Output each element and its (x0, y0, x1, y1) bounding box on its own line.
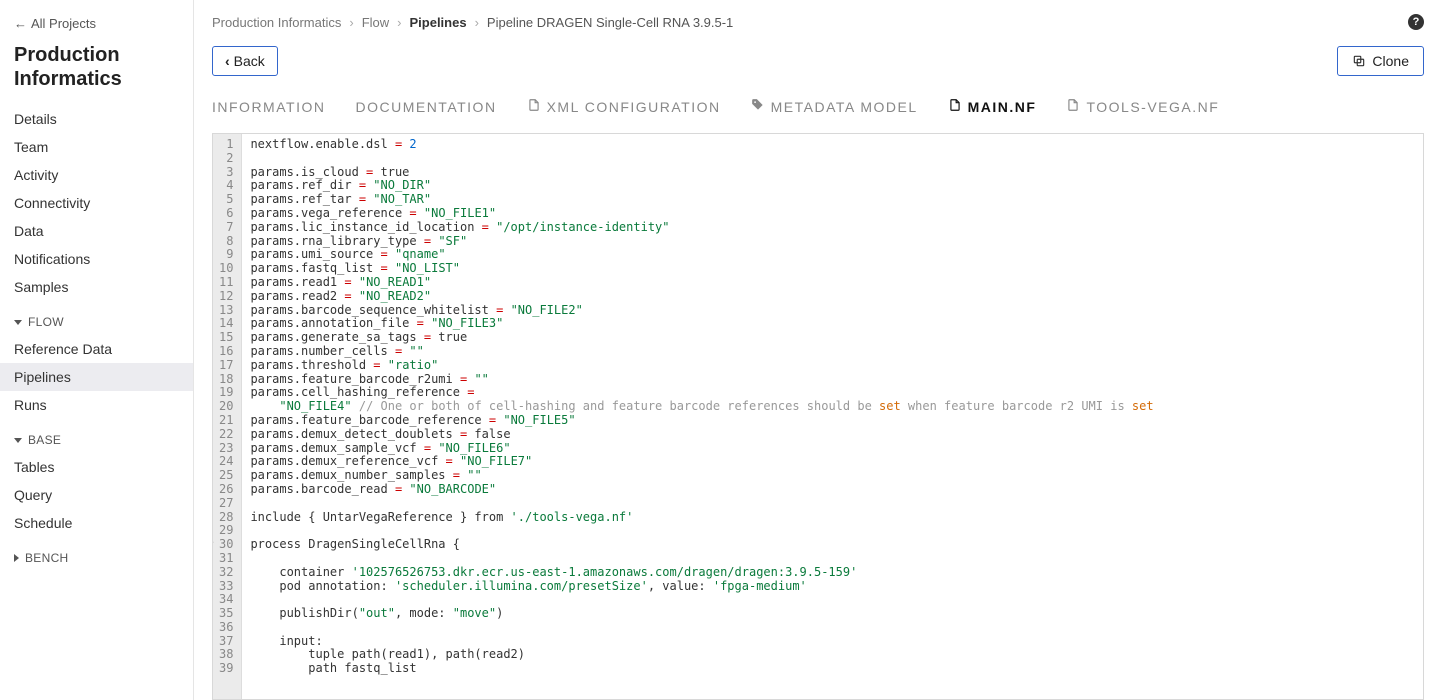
chevron-down-icon (14, 438, 22, 443)
sidebar-item-team[interactable]: Team (0, 133, 193, 161)
sidebar-item-notifications[interactable]: Notifications (0, 245, 193, 273)
back-button[interactable]: ‹ Back (212, 46, 278, 76)
main-panel: Production Informatics › Flow › Pipelines › Pi… (194, 0, 1442, 700)
breadcrumb: Production Informatics › Flow › Pipelines › Pi… (212, 15, 733, 30)
chevron-right-icon: › (475, 15, 479, 30)
sidebar-group-label: BASE (28, 433, 61, 447)
sidebar-item-runs[interactable]: Runs (0, 391, 193, 419)
tab-label: TOOLS-VEGA.NF (1086, 99, 1219, 115)
chevron-right-icon: › (397, 15, 401, 30)
sidebar-group-label: FLOW (28, 315, 64, 329)
clone-button[interactable]: Clone (1337, 46, 1424, 76)
sidebar-group-label: BENCH (25, 551, 69, 565)
tab-metadata-model[interactable]: METADATA MODEL (751, 94, 918, 119)
sidebar-item-reference-data[interactable]: Reference Data (0, 335, 193, 363)
sidebar-item-samples[interactable]: Samples (0, 273, 193, 301)
tag-icon (751, 98, 765, 115)
sidebar-item-details[interactable]: Details (0, 105, 193, 133)
chevron-down-icon (14, 320, 22, 325)
sidebar-item-activity[interactable]: Activity (0, 161, 193, 189)
tab-label: MAIN.NF (968, 99, 1037, 115)
sidebar-group-bench[interactable]: BENCH (0, 537, 193, 571)
sidebar: ← All Projects Production Informatics De… (0, 0, 194, 700)
file-icon (1066, 98, 1080, 115)
file-icon (948, 98, 962, 115)
chevron-right-icon: › (349, 15, 353, 30)
all-projects-link[interactable]: ← All Projects (0, 12, 193, 41)
tab-information[interactable]: INFORMATION (212, 94, 325, 119)
tab-label: METADATA MODEL (771, 99, 918, 115)
sidebar-group-flow[interactable]: FLOW (0, 301, 193, 335)
tab-xml-configuration[interactable]: XML CONFIGURATION (527, 94, 721, 119)
tab-label: INFORMATION (212, 99, 325, 115)
sidebar-group-base[interactable]: BASE (0, 419, 193, 453)
sidebar-item-data[interactable]: Data (0, 217, 193, 245)
tab-main-nf[interactable]: MAIN.NF (948, 94, 1037, 119)
tab-label: DOCUMENTATION (355, 99, 496, 115)
tab-tools-vega-nf[interactable]: TOOLS-VEGA.NF (1066, 94, 1219, 119)
help-icon[interactable]: ? (1408, 14, 1424, 30)
clone-icon (1352, 54, 1366, 68)
arrow-left-icon: ← (14, 16, 27, 31)
tab-documentation[interactable]: DOCUMENTATION (355, 94, 496, 119)
breadcrumb-item[interactable]: Pipelines (409, 15, 466, 30)
chevron-right-icon (14, 554, 19, 562)
tabs: INFORMATION DOCUMENTATION XML CONFIGURATIO… (212, 94, 1424, 119)
file-icon (527, 98, 541, 115)
sidebar-item-tables[interactable]: Tables (0, 453, 193, 481)
sidebar-item-pipelines[interactable]: Pipelines (0, 363, 193, 391)
sidebar-item-query[interactable]: Query (0, 481, 193, 509)
code-content[interactable]: nextflow.enable.dsl = 2 params.is_cloud … (242, 134, 1423, 699)
back-button-label: Back (234, 53, 265, 69)
all-projects-label: All Projects (31, 16, 96, 31)
sidebar-item-schedule[interactable]: Schedule (0, 509, 193, 537)
project-title: Production Informatics (0, 41, 193, 105)
breadcrumb-item[interactable]: Production Informatics (212, 15, 341, 30)
clone-button-label: Clone (1372, 53, 1409, 69)
tab-label: XML CONFIGURATION (547, 99, 721, 115)
code-editor[interactable]: 1234567891011121314151617181920212223242… (212, 133, 1424, 700)
chevron-left-icon: ‹ (225, 53, 230, 69)
sidebar-item-connectivity[interactable]: Connectivity (0, 189, 193, 217)
breadcrumb-item: Pipeline DRAGEN Single-Cell RNA 3.9.5-1 (487, 15, 733, 30)
breadcrumb-item[interactable]: Flow (362, 15, 389, 30)
line-gutter: 1234567891011121314151617181920212223242… (213, 134, 242, 699)
